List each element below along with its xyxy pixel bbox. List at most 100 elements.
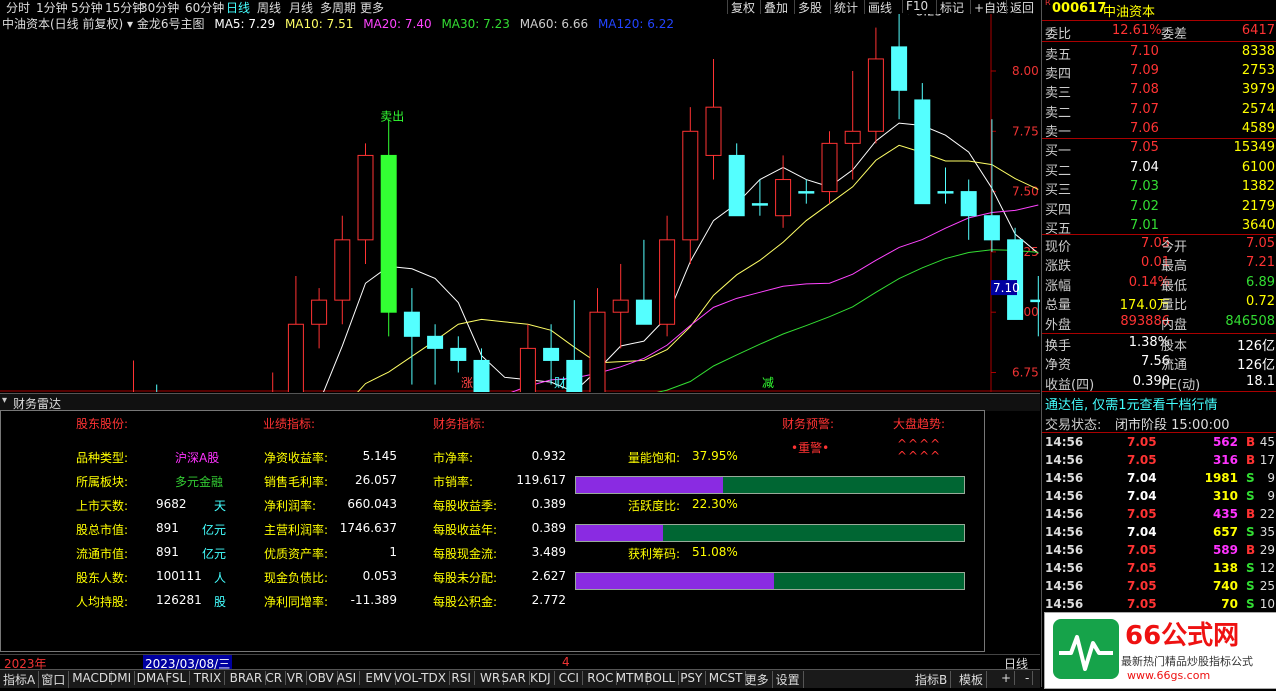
tick-price: 7.05 [1127, 597, 1157, 611]
event-marker[interactable]: 减 [762, 376, 774, 390]
candle-body[interactable] [543, 347, 560, 361]
indicator-tab-25[interactable]: 设置 [773, 671, 804, 688]
performance-value: 1746.637 [339, 521, 397, 535]
ad-banner[interactable]: 通达信, 仅需1元查看千档行情 [1045, 394, 1218, 413]
indicator-name[interactable]: 金龙6号主图 [137, 17, 205, 31]
candle-body[interactable] [334, 239, 351, 301]
candle-body[interactable] [473, 359, 490, 392]
candle-body[interactable] [728, 154, 745, 217]
gauge-value: 22.30% [692, 497, 738, 511]
high-price-label: ←8.25 [906, 14, 943, 19]
candle-body[interactable] [1030, 299, 1040, 303]
event-marker[interactable]: 财 [554, 376, 566, 390]
candle-body[interactable] [450, 347, 467, 361]
stat-label: PE(动) [1161, 377, 1201, 393]
indicator-tab-7[interactable]: BRAR [227, 671, 267, 685]
candle-body[interactable] [519, 347, 536, 392]
indicator-right-tab-1[interactable]: 模板 [956, 671, 988, 688]
indicator-tab-18[interactable]: CCI [556, 671, 583, 685]
candlestick-chart[interactable]: 8.007.757.507.257.006.756.506.256.005.75… [0, 14, 1040, 392]
bid-price: 7.02 [1130, 198, 1159, 214]
indicator-tab-24[interactable]: 更多 [742, 671, 773, 688]
indicator-right-tab-0[interactable]: 指标B [912, 671, 952, 688]
candle-body[interactable] [983, 215, 1000, 241]
candle-body[interactable] [844, 130, 861, 144]
indicator-right-tab-3[interactable]: - [1022, 671, 1034, 685]
indicator-tab-8[interactable]: CR [262, 671, 287, 685]
financial-label: 每股公积金: [433, 595, 498, 609]
tick-volume: 310 [1212, 489, 1238, 503]
tick-side: S [1246, 579, 1255, 593]
event-marker[interactable]: 涨 [461, 375, 473, 390]
candle-body[interactable] [960, 191, 977, 217]
candle-body[interactable] [705, 106, 722, 156]
collapse-icon[interactable]: ▾ [2, 395, 7, 406]
weibi-row: 委比 12.61% 委差 6417 [1042, 22, 1276, 42]
candle-body[interactable] [589, 311, 606, 392]
candle-body[interactable] [612, 299, 629, 313]
tick-price: 7.05 [1127, 561, 1157, 575]
candle-body[interactable] [798, 191, 815, 194]
tick-time: 14:56 [1045, 471, 1084, 485]
candle-body[interactable] [821, 142, 838, 193]
shareholder-unit: 人 [214, 571, 227, 585]
indicator-dropdown-icon[interactable]: ▾ [127, 17, 133, 31]
indicator-tab-6[interactable]: TRIX [191, 671, 226, 685]
y-tick-label: 8.00 [1012, 64, 1039, 78]
financial-value: 2.627 [531, 569, 566, 583]
candle-body[interactable] [311, 299, 328, 325]
indicator-tab-22[interactable]: PSY [677, 671, 707, 685]
tick-side: S [1246, 525, 1255, 539]
indicator-tab-23[interactable]: MCST [706, 671, 747, 685]
candle-body[interactable] [937, 191, 954, 194]
candle-body[interactable] [867, 58, 884, 132]
indicator-tab-5[interactable]: FSL [162, 671, 191, 685]
period-toolbar: 分时 1分钟 5分钟 15分钟 30分钟 60分钟 日线 周线 月线 多周期 更多 复权 叠加 多股 统计画… [0, 0, 1040, 16]
tick-side: S [1246, 489, 1255, 503]
candle-body[interactable] [566, 359, 583, 392]
financial-label: 每股收益年: [433, 523, 498, 537]
candle-body[interactable] [1007, 239, 1024, 320]
candle-body[interactable] [427, 335, 444, 349]
stat-label: 最高 [1161, 259, 1188, 275]
indicator-right-tab-2[interactable]: + [998, 671, 1016, 685]
indicator-tab-1[interactable]: 窗口 [38, 671, 70, 688]
indicator-tab-11[interactable]: ASI [334, 671, 361, 685]
tick-volume: 316 [1212, 453, 1238, 467]
indicator-tab-0[interactable]: 指标A [0, 671, 40, 688]
stat-label: 净资 [1045, 358, 1072, 374]
divider [1042, 20, 1276, 21]
candle-body[interactable] [403, 311, 420, 337]
candle-body[interactable] [357, 154, 374, 241]
indicator-tab-17[interactable]: KDJ [527, 671, 555, 685]
performance-value: 1 [389, 545, 397, 559]
indicator-tab-16[interactable]: SAR [498, 671, 530, 685]
tick-side: S [1246, 597, 1255, 611]
tick-price: 7.04 [1127, 489, 1157, 503]
ask-label: 卖五 [1045, 48, 1072, 63]
candle-body[interactable] [682, 130, 699, 241]
stat-label: 外盘 [1045, 317, 1072, 333]
candle-body[interactable] [914, 99, 931, 205]
tick-time: 14:56 [1045, 525, 1084, 539]
indicator-tab-9[interactable]: VR [284, 671, 308, 685]
candle-body[interactable] [380, 154, 397, 313]
ask-price: 7.10 [1130, 44, 1159, 59]
candle-body[interactable] [891, 46, 908, 91]
indicator-tab-14[interactable]: RSI [448, 671, 475, 685]
candle-body[interactable] [635, 299, 652, 325]
indicator-tab-21[interactable]: BOLL [641, 671, 680, 685]
stat-label: 涨跌 [1045, 259, 1072, 275]
candle-body[interactable] [775, 179, 792, 217]
financial-value: 119.617 [516, 473, 566, 487]
indicator-tab-13[interactable]: VOL-TDX [391, 671, 450, 685]
tick-time: 14:56 [1045, 597, 1084, 611]
tick-volume: 589 [1212, 543, 1238, 557]
tick-count: 9 [1267, 471, 1275, 485]
tick-time: 14:56 [1045, 507, 1084, 521]
candle-body[interactable] [287, 323, 304, 392]
candle-body[interactable] [751, 203, 768, 206]
candle-body[interactable] [659, 239, 676, 325]
toolbar-button-5[interactable]: F10 [902, 0, 931, 13]
indicator-tab-3[interactable]: DMI [105, 671, 136, 685]
